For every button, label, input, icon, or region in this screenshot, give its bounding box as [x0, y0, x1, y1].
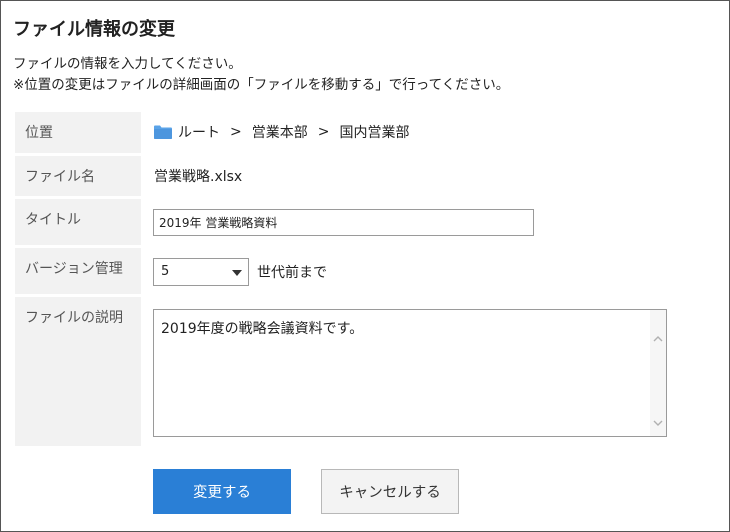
- breadcrumb-item-root[interactable]: ルート: [178, 122, 220, 142]
- filename-label-cell: ファイル名: [15, 156, 141, 196]
- chevron-down-icon: [232, 270, 242, 276]
- description-textarea[interactable]: 2019年度の戦略会議資料です。: [153, 309, 667, 437]
- title-input[interactable]: [153, 209, 534, 236]
- submit-button[interactable]: 変更する: [153, 469, 291, 514]
- breadcrumb: ルート > 営業本部 > 国内営業部: [154, 122, 409, 142]
- title-label-cell: タイトル: [15, 199, 141, 245]
- filename-label: ファイル名: [25, 169, 95, 185]
- location-label: 位置: [25, 125, 53, 141]
- textarea-scrollbar[interactable]: [650, 310, 666, 436]
- instruction-text: ファイルの情報を入力してください。: [13, 56, 242, 72]
- version-label-cell: バージョン管理: [15, 248, 141, 294]
- page-title: ファイル情報の変更: [13, 19, 175, 40]
- version-suffix: 世代前まで: [257, 265, 327, 281]
- version-select-value: 5: [161, 264, 170, 279]
- description-label: ファイルの説明: [25, 310, 123, 326]
- description-label-cell: ファイルの説明: [15, 297, 141, 446]
- cancel-button[interactable]: キャンセルする: [321, 469, 459, 514]
- scroll-down-icon[interactable]: [653, 412, 663, 426]
- dialog-frame: ファイル情報の変更 ファイルの情報を入力してください。 ※位置の変更はファイルの…: [0, 0, 730, 532]
- location-note: ※位置の変更はファイルの詳細画面の「ファイルを移動する」で行ってください。: [13, 77, 510, 93]
- breadcrumb-item-sales-hq[interactable]: 営業本部: [252, 122, 308, 142]
- filename-value: 営業戦略.xlsx: [154, 169, 243, 185]
- version-label: バージョン管理: [25, 261, 123, 277]
- scroll-up-icon[interactable]: [653, 328, 663, 342]
- description-text: 2019年度の戦略会議資料です。: [161, 321, 364, 337]
- location-label-cell: 位置: [15, 112, 141, 153]
- title-label: タイトル: [25, 212, 81, 228]
- breadcrumb-item-domestic-sales[interactable]: 国内営業部: [339, 122, 409, 142]
- folder-icon: [154, 125, 172, 139]
- breadcrumb-separator: >: [230, 124, 242, 140]
- version-select[interactable]: 5: [153, 258, 249, 286]
- breadcrumb-separator: >: [317, 124, 330, 140]
